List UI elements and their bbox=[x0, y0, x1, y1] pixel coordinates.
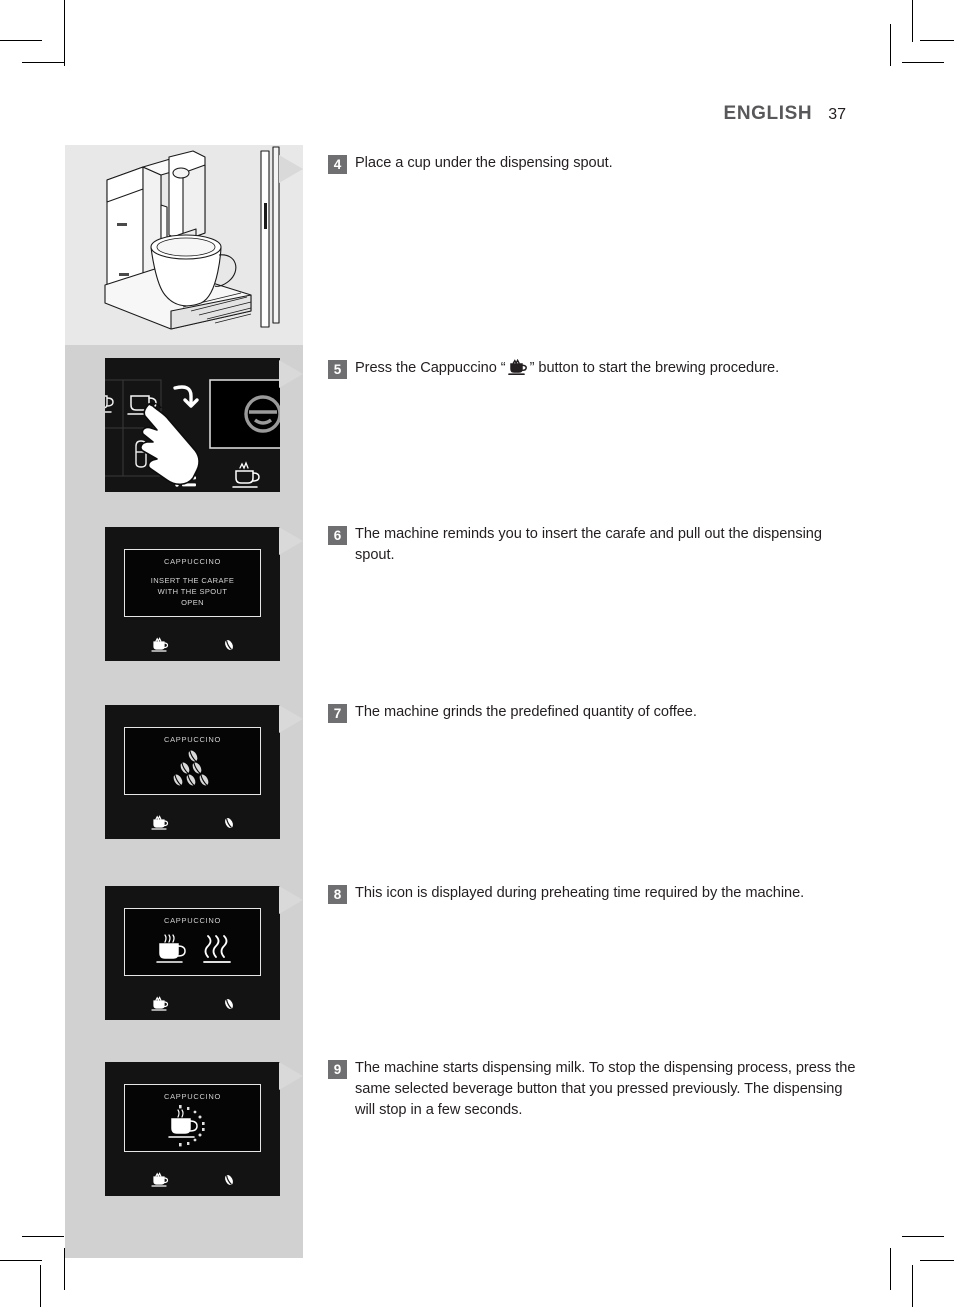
pointer-arrow-step-9 bbox=[279, 1062, 303, 1090]
instruction-steps: 4 Place a cup under the dispensing spout… bbox=[0, 0, 954, 1301]
step-number-badge: 6 bbox=[328, 526, 347, 545]
step-text-after-icon: ” button to start the brewing procedure. bbox=[529, 360, 780, 376]
step-4: 4 Place a cup under the dispensing spout… bbox=[328, 153, 858, 174]
step-number-badge: 4 bbox=[328, 155, 347, 174]
step-8: 8 This icon is displayed during preheati… bbox=[328, 883, 858, 904]
step-text: The machine reminds you to insert the ca… bbox=[355, 526, 822, 563]
step-7: 7 The machine grinds the predefined quan… bbox=[328, 702, 858, 723]
pointer-arrow-step-6 bbox=[279, 527, 303, 555]
step-5: 5 Press the Cappuccino “ ” button to star… bbox=[328, 358, 858, 383]
pointer-arrow-step-8 bbox=[279, 886, 303, 914]
cappuccino-cup-icon bbox=[507, 358, 529, 383]
step-number-badge: 9 bbox=[328, 1060, 347, 1079]
step-text: The machine grinds the predefined quanti… bbox=[355, 704, 697, 720]
step-number-badge: 7 bbox=[328, 704, 347, 723]
step-text: The machine starts dispensing milk. To s… bbox=[355, 1060, 856, 1118]
step-text-before-icon: Press the Cappuccino “ bbox=[355, 360, 506, 376]
step-9: 9 The machine starts dispensing milk. To… bbox=[328, 1058, 858, 1121]
step-text: Press the Cappuccino “ ” button to start … bbox=[355, 358, 779, 383]
pointer-arrow-step-7 bbox=[279, 705, 303, 733]
pointer-arrow-step-4 bbox=[279, 155, 303, 183]
step-number-badge: 8 bbox=[328, 885, 347, 904]
pointer-arrow-step-5 bbox=[279, 360, 303, 388]
step-number-badge: 5 bbox=[328, 360, 347, 379]
step-6: 6 The machine reminds you to insert the … bbox=[328, 524, 858, 566]
step-text: Place a cup under the dispensing spout. bbox=[355, 155, 613, 171]
step-text: This icon is displayed during preheating… bbox=[355, 885, 805, 901]
